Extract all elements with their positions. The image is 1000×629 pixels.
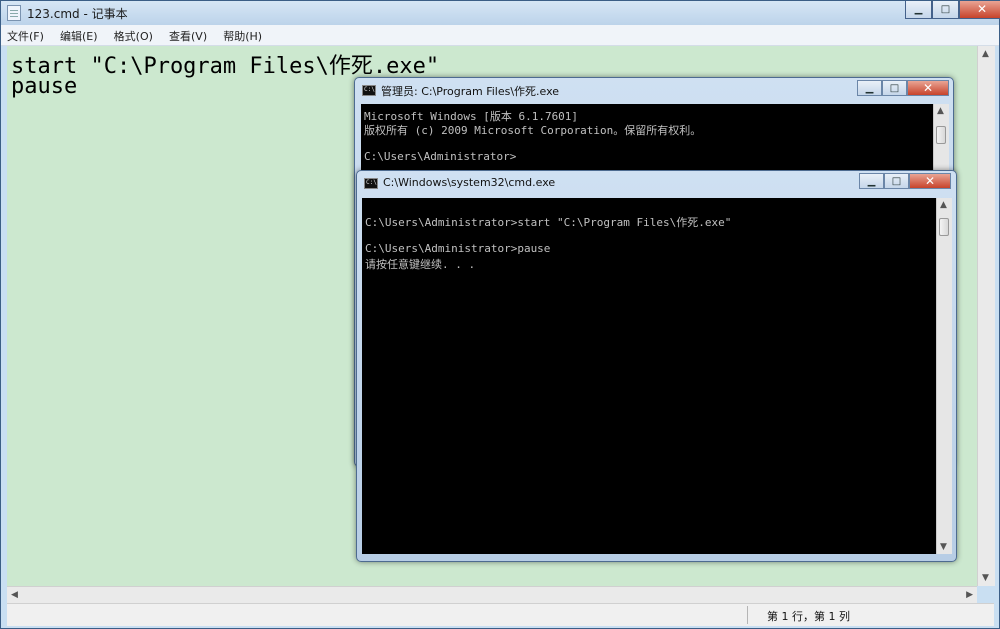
status-divider: [747, 606, 748, 624]
close-button[interactable]: ✕: [909, 173, 951, 189]
scroll-down-icon[interactable]: ▼: [982, 573, 989, 583]
notepad-title: 123.cmd - 记事本: [27, 7, 128, 21]
console-output[interactable]: C:\Users\Administrator>start "C:\Program…: [362, 198, 937, 554]
menu-bar: 文件(F) 编辑(E) 格式(O) 查看(V) 帮助(H): [1, 25, 999, 46]
close-button[interactable]: ✕: [907, 80, 949, 96]
console-title: C:\Windows\system32\cmd.exe: [383, 176, 556, 189]
console-line: 请按任意键继续. . .: [365, 258, 476, 271]
console-window[interactable]: C:\ C:\Windows\system32\cmd.exe ▁ □ ✕ C:…: [356, 170, 957, 562]
console-line: C:\Users\Administrator>pause: [365, 242, 551, 255]
scroll-left-icon[interactable]: ◀: [11, 590, 18, 600]
menu-file[interactable]: 文件(F): [1, 25, 49, 44]
menu-view[interactable]: 查看(V): [163, 25, 212, 44]
scroll-thumb[interactable]: [936, 126, 946, 144]
notepad-titlebar[interactable]: 123.cmd - 记事本 ▁ □ ✕: [1, 1, 1000, 25]
scroll-down-icon[interactable]: ▼: [940, 542, 947, 552]
maximize-button[interactable]: □: [932, 1, 959, 19]
maximize-button[interactable]: □: [884, 173, 909, 189]
console-line: C:\Users\Administrator>: [364, 150, 517, 163]
console-scrollbar[interactable]: ▲ ▼: [936, 198, 952, 554]
console-line: C:\Users\Administrator>start "C:\Program…: [365, 216, 732, 229]
status-bar: 第 1 行，第 1 列: [7, 603, 994, 626]
horizontal-scrollbar[interactable]: ◀ ▶: [7, 586, 977, 604]
scroll-right-icon[interactable]: ▶: [966, 590, 973, 600]
close-button[interactable]: ✕: [959, 1, 1000, 19]
scroll-up-icon[interactable]: ▲: [940, 200, 947, 210]
console-title: 管理员: C:\Program Files\作死.exe: [381, 85, 560, 98]
scroll-up-icon[interactable]: ▲: [937, 106, 944, 116]
scroll-thumb[interactable]: [939, 218, 949, 236]
vertical-scrollbar[interactable]: ▲ ▼: [977, 46, 995, 586]
menu-help[interactable]: 帮助(H): [217, 25, 267, 44]
minimize-button[interactable]: ▁: [859, 173, 884, 189]
notepad-icon: [7, 5, 21, 21]
scroll-up-icon[interactable]: ▲: [982, 49, 989, 59]
editor-line: pause: [11, 74, 78, 99]
cursor-position: 第 1 行，第 1 列: [767, 610, 850, 623]
minimize-button[interactable]: ▁: [905, 1, 932, 19]
minimize-button[interactable]: ▁: [857, 80, 882, 96]
menu-format[interactable]: 格式(O): [108, 25, 158, 44]
menu-edit[interactable]: 编辑(E): [54, 25, 103, 44]
maximize-button[interactable]: □: [882, 80, 907, 96]
console-line: 版权所有 (c) 2009 Microsoft Corporation。保留所有…: [364, 124, 702, 137]
console-icon: C:\: [362, 85, 376, 96]
console-icon: C:\: [364, 178, 378, 189]
